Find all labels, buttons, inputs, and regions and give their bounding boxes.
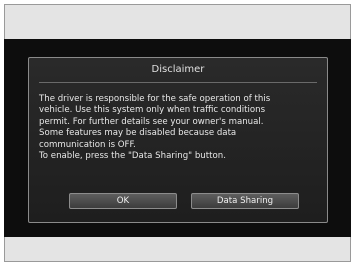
- data-sharing-button[interactable]: Data Sharing: [191, 193, 299, 209]
- display-screen: Disclaimer The driver is responsible for…: [4, 39, 351, 237]
- dialog-title: Disclaimer: [151, 64, 205, 75]
- title-divider: [39, 82, 317, 83]
- disclaimer-dialog: Disclaimer The driver is responsible for…: [28, 57, 328, 223]
- ok-button[interactable]: OK: [69, 193, 177, 209]
- disclaimer-message: The driver is responsible for the safe o…: [39, 94, 271, 162]
